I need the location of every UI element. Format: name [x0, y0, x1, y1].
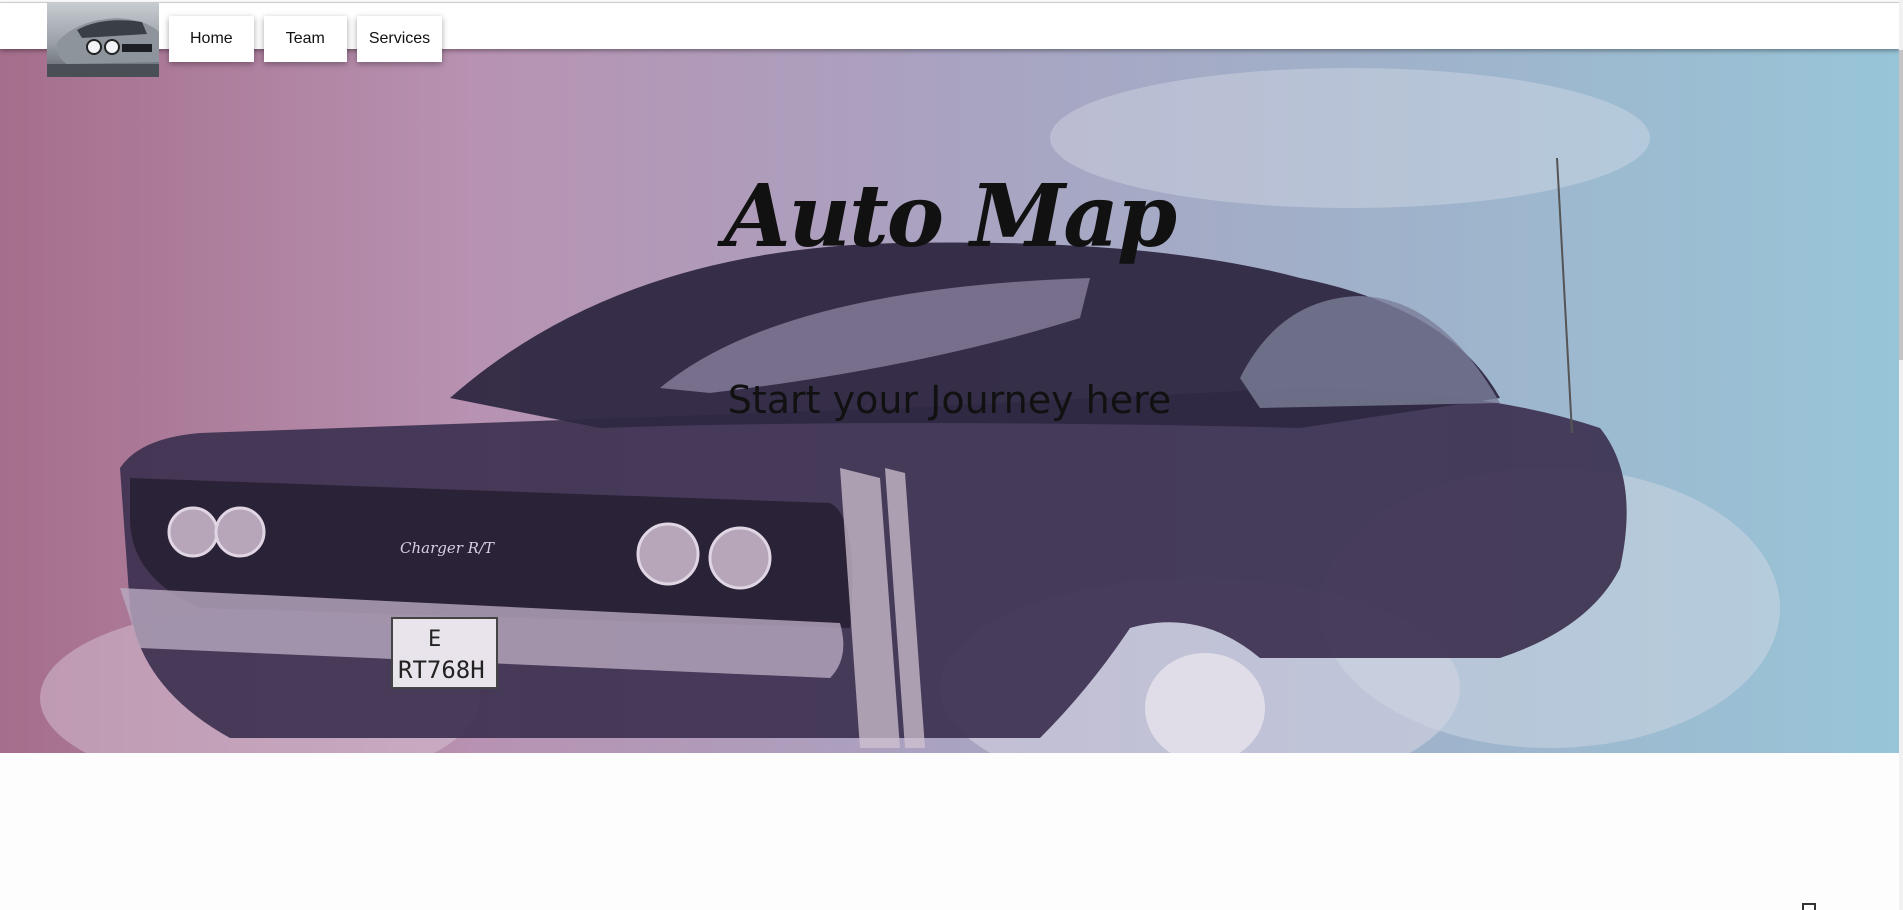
hero-subtitle: Start your Journey here [727, 378, 1172, 422]
nav-services-button[interactable]: Services [356, 16, 443, 62]
nav-home-button[interactable]: Home [169, 16, 254, 62]
car-logo-icon[interactable] [47, 2, 159, 77]
nav-team-button[interactable]: Team [263, 16, 347, 62]
page: E RT768H Charger R/T Auto Map Start your… [0, 0, 1903, 910]
svg-text:Charger R/T: Charger R/T [400, 539, 495, 557]
svg-text:RT768H: RT768H [398, 656, 485, 684]
hero-title: Auto Map [723, 166, 1177, 267]
chat-widget-icon[interactable] [1802, 903, 1816, 910]
scrollbar-thumb[interactable] [1899, 50, 1903, 360]
hero-section: E RT768H Charger R/T Auto Map Start your… [0, 48, 1899, 753]
svg-text:E: E [428, 627, 441, 652]
main-nav: Home Team Services [169, 16, 443, 62]
vertical-scrollbar[interactable] [1899, 0, 1903, 910]
